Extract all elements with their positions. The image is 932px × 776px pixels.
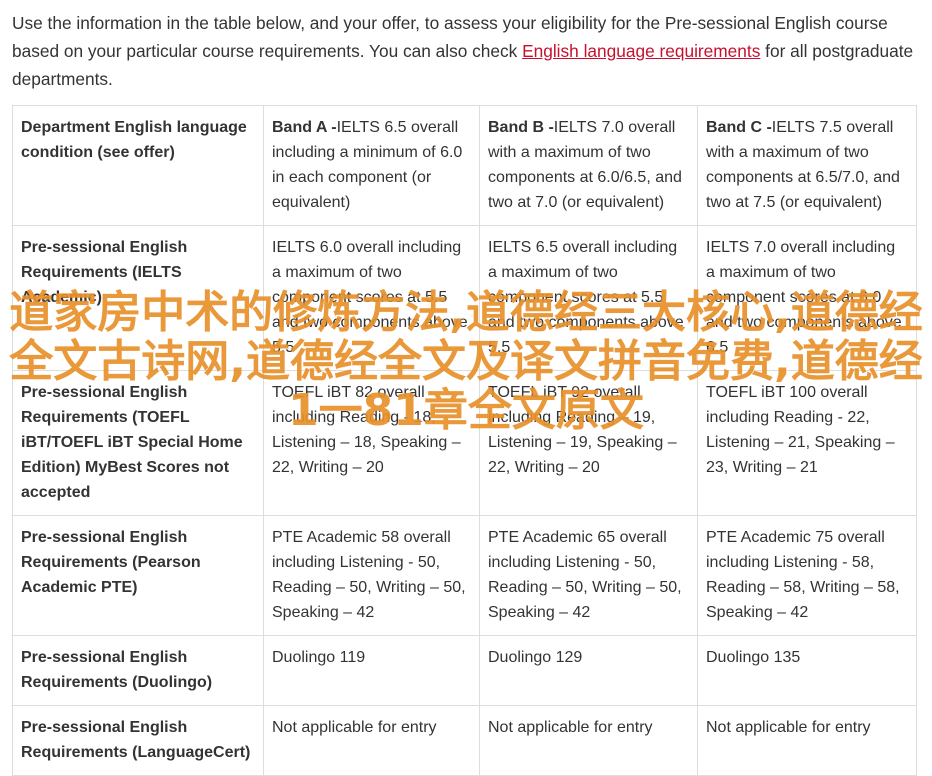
table-row-duolingo: Pre-sessional English Requirements (Duol… bbox=[12, 635, 917, 706]
row-label: Pre-sessional English Requirements (TOEF… bbox=[12, 370, 264, 516]
band-c-cell: Not applicable for entry bbox=[697, 705, 917, 776]
band-a-cell: Duolingo 119 bbox=[263, 635, 480, 706]
band-a-cell: Not applicable for entry bbox=[263, 705, 480, 776]
band-a-cell: PTE Academic 58 overall including Listen… bbox=[263, 515, 480, 636]
requirements-table: Department English language condition (s… bbox=[12, 105, 917, 776]
intro-paragraph: Use the information in the table below, … bbox=[12, 9, 917, 93]
row-label: Pre-sessional English Requirements (Lang… bbox=[12, 705, 264, 776]
table-row-toefl: Pre-sessional English Requirements (TOEF… bbox=[12, 370, 917, 516]
table-header-row: Department English language condition (s… bbox=[12, 105, 917, 226]
band-c-cell: TOEFL iBT 100 overall including Reading … bbox=[697, 370, 917, 516]
table-row-languagecert: Pre-sessional English Requirements (Lang… bbox=[12, 705, 917, 776]
band-c-cell: IELTS 7.0 overall including a maximum of… bbox=[697, 225, 917, 371]
band-c-cell: PTE Academic 75 overall including Listen… bbox=[697, 515, 917, 636]
band-b-cell: PTE Academic 65 overall including Listen… bbox=[479, 515, 698, 636]
header-band-a-cell: Band A -IELTS 6.5 overall including a mi… bbox=[263, 105, 480, 226]
band-a-label: Band A - bbox=[272, 119, 337, 136]
english-language-requirements-link[interactable]: English language requirements bbox=[522, 41, 760, 61]
band-c-cell: Duolingo 135 bbox=[697, 635, 917, 706]
header-band-b-cell: Band B -IELTS 7.0 overall with a maximum… bbox=[479, 105, 698, 226]
header-condition-cell: Department English language condition (s… bbox=[12, 105, 264, 226]
band-c-label: Band C - bbox=[706, 119, 772, 136]
band-b-cell: TOEFL iBT 92 overall including Reading –… bbox=[479, 370, 698, 516]
row-label: Pre-sessional English Requirements (IELT… bbox=[12, 225, 264, 371]
band-b-cell: Not applicable for entry bbox=[479, 705, 698, 776]
band-b-cell: Duolingo 129 bbox=[479, 635, 698, 706]
band-b-label: Band B - bbox=[488, 119, 554, 136]
table-row-ielts: Pre-sessional English Requirements (IELT… bbox=[12, 225, 917, 371]
band-a-cell: IELTS 6.0 overall including a maximum of… bbox=[263, 225, 480, 371]
band-b-cell: IELTS 6.5 overall including a maximum of… bbox=[479, 225, 698, 371]
row-label: Pre-sessional English Requirements (Duol… bbox=[12, 635, 264, 706]
header-band-c-cell: Band C -IELTS 7.5 overall with a maximum… bbox=[697, 105, 917, 226]
row-label: Pre-sessional English Requirements (Pear… bbox=[12, 515, 264, 636]
table-row-pte: Pre-sessional English Requirements (Pear… bbox=[12, 515, 917, 636]
band-a-cell: TOEFL iBT 82 overall including Reading -… bbox=[263, 370, 480, 516]
